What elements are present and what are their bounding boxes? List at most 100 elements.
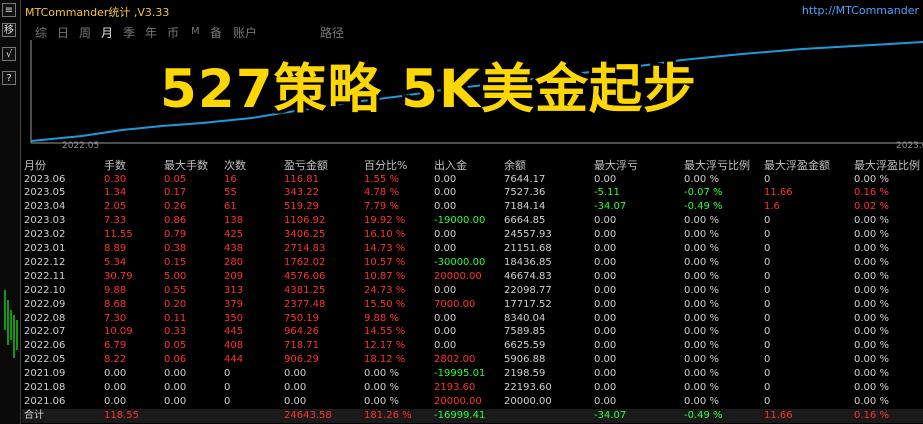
tab-account[interactable]: 账户 [233,24,257,41]
table-cell: 0.00 % [854,312,889,324]
table-cell: 14.73 % [364,243,406,254]
table-cell: 2023.06 [24,173,66,185]
tab-month[interactable]: 月 [101,24,113,41]
table-cell: -0.49 % [684,201,723,213]
table-cell: 0.00 [164,368,187,380]
table-cell: 24.73 % [364,284,406,296]
table-row[interactable]: 2022.12 5.34 0.15 280 1762.02 10.57 % -30000.0… [22,256,923,270]
table-cell: 1106.92 [284,215,326,227]
table-cell: 24643.58 [284,409,332,421]
title-bar: MTCommander统计 ,V3.33 http://MTCommander [22,0,923,20]
table-cell: 1.55 % [364,173,399,185]
table-cell: 2023.04 [24,201,66,213]
tab-quarter[interactable]: 季 [123,24,135,41]
table-cell: 16 [224,173,237,185]
table-row[interactable]: 2022.10 9.88 0.55 313 4381.25 24.73 % 0.00 2209… [22,284,923,298]
table-cell: 0.00 % [684,243,719,254]
table-cell: 0.00 [594,173,617,185]
table-row[interactable]: 2022.06 6.79 0.05 408 718.71 12.17 % 0.00 6625.… [22,339,923,353]
table-cell: 118.55 [104,409,139,421]
tab-day[interactable]: 日 [57,24,69,41]
table-cell: -16999.41 [434,409,486,421]
table-cell: 0.02 % [854,201,889,213]
table-cell: 0.00 % [684,173,719,185]
tab-m[interactable]: M [191,26,200,37]
table-cell: 964.26 [284,326,319,338]
table-cell: 0.79 [164,229,187,241]
table-cell: 2021.06 [24,395,66,407]
table-cell: 0.16 % [854,409,889,421]
table-cell: 20000.00 [434,395,482,407]
table-cell: 2022.10 [24,284,66,296]
table-row[interactable]: 2022.08 7.30 0.11 350 750.19 9.88 % 0.00 8340.0… [22,312,923,326]
table-cell: 0.00 [434,243,457,254]
table-cell: 11.55 [104,229,133,241]
table-row[interactable]: 2022.11 30.79 5.00 209 4576.06 10.87 % 20000.0… [22,270,923,284]
table-row[interactable]: 2023.01 8.89 0.38 438 2714.83 14.73 % 0.00 2115… [22,242,923,256]
table-cell: 408 [224,340,244,352]
table-row[interactable]: 2023.04 2.05 0.26 61 519.29 7.79 % 0.00 7184.14… [22,200,923,214]
tab-path[interactable]: 路径 [320,24,344,41]
table-cell: 4.78 % [364,187,399,199]
table-cell: 0.00 % [684,229,719,241]
table-cell: 12.17 % [364,340,406,352]
table-row[interactable]: 2023.02 11.55 0.79 425 3406.25 16.10 % 0.00 245… [22,228,923,242]
table-cell: 7.30 [104,312,127,324]
table-cell: 0.00 [434,340,457,352]
table-cell: -0.07 % [684,187,723,199]
col-max-drawdown: 最大浮亏 [594,159,638,172]
table-cell: 0.00 [284,382,307,393]
app-url-link[interactable]: http://MTCommander [802,4,919,17]
table-cell: 10.57 % [364,256,406,268]
table-cell: 5906.88 [504,354,546,366]
table-cell: 0.00 [434,201,457,213]
table-total-row[interactable]: 合计 118.55 24643.58 181.26 % -16999.41 -34.07 -… [22,408,923,423]
table-cell: 0 [764,395,771,407]
tab-note[interactable]: 备 [210,24,222,41]
table-cell: 11.66 [764,187,793,199]
table-cell: 6.79 [104,340,127,352]
table-row[interactable]: 2021.08 0.00 0.00 0 0.00 0.00 % 2193.60 22193.6… [22,381,923,395]
table-cell: 0.00 % [684,340,719,352]
move-icon[interactable]: 移 [2,23,16,37]
help-icon[interactable]: ? [2,71,16,85]
table-row[interactable]: 2023.06 0.30 0.05 16 116.81 1.55 % 0.00 7644.17… [22,173,923,187]
table-cell: 3406.25 [284,229,326,241]
tab-currency[interactable]: 币 [167,24,179,41]
table-row[interactable]: 2022.09 8.68 0.20 379 2377.48 15.50 % 7000.00 1… [22,298,923,312]
table-row[interactable]: 2021.09 0.00 0.00 0 0.00 0.00 % -19995.01 2198.… [22,367,923,381]
table-cell: 2022.06 [24,340,66,352]
col-lots: 手数 [104,159,126,172]
table-cell: -34.07 [594,201,627,213]
check-icon[interactable]: √ [2,47,16,61]
table-cell: 17717.52 [504,298,552,310]
table-cell: 0 [764,215,771,227]
table-cell: 718.71 [284,340,319,352]
tab-year[interactable]: 年 [145,24,157,41]
table-cell: 0.00 % [684,368,719,380]
table-cell: 0.05 [164,340,187,352]
table-row[interactable]: 2022.07 10.09 0.33 445 964.26 14.55 % 0.00 7589… [22,325,923,339]
table-row[interactable]: 2023.05 1.34 0.17 55 343.22 4.78 % 0.00 7527.36… [22,186,923,200]
table-cell: 350 [224,312,244,324]
table-cell: 0.00 % [854,284,889,296]
table-cell: 0.00 % [854,382,889,393]
tab-week[interactable]: 周 [79,24,91,41]
table-cell: -0.49 % [684,409,723,421]
table-cell: 16.10 % [364,229,406,241]
table-cell: 280 [224,256,244,268]
table-cell: 343.22 [284,187,319,199]
tab-summary[interactable]: 综 [35,24,47,41]
menu-icon[interactable]: ≡ [2,3,16,17]
table-cell: 2023.03 [24,215,66,227]
table-cell: 0.00 [284,368,307,380]
table-cell: 0.00 [594,340,617,352]
table-cell: 4576.06 [284,270,326,282]
table-cell: 0.00 [594,256,617,268]
table-cell: 15.50 % [364,298,406,310]
table-row[interactable]: 2021.06 0.00 0.00 0 0.00 0.00 % 20000.00 20000.… [22,395,923,409]
table-cell: 0.30 [104,173,127,185]
table-cell: 181.26 % [364,409,412,421]
table-row[interactable]: 2023.03 7.33 0.86 138 1106.92 19.92 % -19000.0… [22,214,923,228]
table-row[interactable]: 2022.05 8.22 0.06 444 906.29 18.12 % 2802.00 59… [22,353,923,367]
